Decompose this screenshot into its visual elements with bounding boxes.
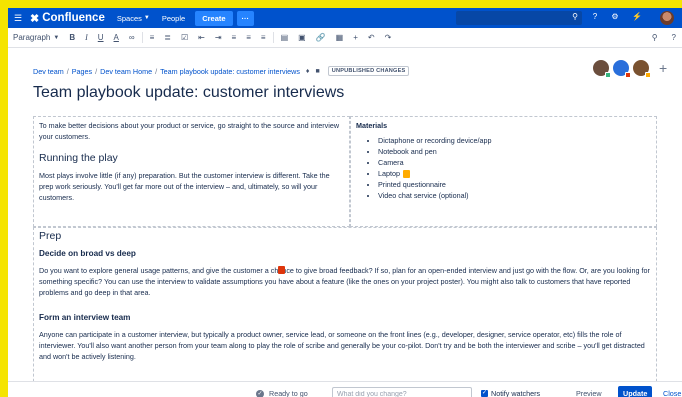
collaborator-cursor-icon — [278, 266, 285, 274]
align-center-icon[interactable]: ≡ — [241, 33, 256, 42]
breadcrumb-item[interactable]: Dev team — [33, 67, 64, 76]
user-avatar[interactable] — [660, 11, 674, 25]
confluence-logo[interactable]: ✖ Confluence — [30, 12, 105, 25]
paragraph-style-dropdown[interactable]: Paragraph ▼ — [8, 33, 64, 42]
body-text: Most plays involve little (if any) prepa… — [39, 171, 330, 202]
page-layout-icon[interactable]: ▤ — [276, 33, 294, 42]
link-icon[interactable]: 🔗 — [311, 33, 331, 42]
chevron-down-icon: ▼ — [143, 15, 150, 21]
editor-window: ☰ ✖ Confluence Spaces ▼ People Create ··… — [8, 8, 682, 397]
more-formatting-icon[interactable]: ∞ — [124, 33, 140, 42]
help-icon[interactable]: ? — [672, 33, 676, 42]
divider — [272, 32, 274, 43]
avatar[interactable] — [633, 60, 651, 78]
page-title[interactable]: Team playbook update: customer interview… — [33, 84, 344, 102]
breadcrumb: Dev team / Pages / Dev team Home / Team … — [33, 66, 410, 76]
breadcrumb-item[interactable]: Pages — [72, 67, 92, 76]
task-list-icon[interactable]: ☑ — [176, 33, 193, 42]
materials-list: Dictaphone or recording device/app Noteb… — [356, 135, 651, 201]
intro-text: To make better decisions about your prod… — [39, 121, 340, 141]
lock-icon[interactable]: ■ — [316, 68, 320, 75]
editor-toolbar: Paragraph ▼ B I U A ∞ ≡ ≣ ☑ ⇤ ⇥ ≡ ≡ ≡ ▤ … — [8, 28, 682, 48]
find-icon[interactable]: ⚲ — [652, 33, 658, 42]
numbered-list-icon[interactable]: ≣ — [159, 33, 176, 42]
list-item: Video chat service (optional) — [378, 190, 651, 201]
body-text: Anyone can participate in a customer int… — [39, 330, 645, 361]
italic-button[interactable]: I — [80, 33, 93, 42]
publish-bar: ✓ Ready to go ✓ Notify watchers Preview … — [8, 381, 682, 397]
search-icon: ⚲ — [572, 12, 578, 21]
text-color-button[interactable]: A — [109, 33, 124, 42]
gear-icon[interactable]: ⚙ — [610, 12, 620, 22]
help-icon[interactable]: ? — [590, 12, 600, 22]
add-collaborator-icon[interactable]: + — [659, 60, 667, 76]
image-icon[interactable]: ▣ — [293, 33, 311, 42]
confluence-logo-icon: ✖ — [30, 12, 40, 25]
list-item: Laptop — [378, 168, 651, 179]
layout-cell-left[interactable]: To make better decisions about your prod… — [33, 116, 350, 227]
subheading: Form an interview team — [39, 313, 131, 322]
collaborators: + — [593, 60, 667, 78]
nav-spaces[interactable]: Spaces ▼ — [117, 14, 150, 23]
bold-button[interactable]: B — [64, 33, 80, 42]
checkbox-checked-icon: ✓ — [481, 390, 488, 397]
menu-icon[interactable]: ☰ — [10, 13, 26, 24]
top-nav: ☰ ✖ Confluence Spaces ▼ People Create ··… — [8, 8, 682, 28]
list-item: Printed questionnaire — [378, 179, 651, 190]
section-heading: Running the play — [39, 152, 118, 164]
align-left-icon[interactable]: ≡ — [227, 33, 242, 42]
align-right-icon[interactable]: ≡ — [256, 33, 271, 42]
divider — [141, 32, 143, 43]
underline-button[interactable]: U — [93, 33, 109, 42]
subheading: Decide on broad vs deep — [39, 249, 136, 258]
more-button[interactable]: ··· — [236, 10, 255, 26]
list-item: Dictaphone or recording device/app — [378, 135, 651, 146]
undo-icon[interactable]: ↶ — [363, 33, 380, 42]
breadcrumb-item[interactable]: Dev team Home — [100, 67, 152, 76]
nav-people[interactable]: People — [162, 14, 185, 23]
ready-status: ✓ Ready to go — [256, 389, 308, 397]
search-input[interactable]: ⚲ — [456, 11, 582, 25]
avatar[interactable] — [613, 60, 631, 78]
bullet-list-icon[interactable]: ≡ — [145, 33, 160, 42]
materials-heading: Materials — [356, 121, 388, 130]
notify-watchers-checkbox[interactable]: ✓ Notify watchers — [481, 389, 540, 397]
redo-icon[interactable]: ↷ — [380, 33, 397, 42]
create-button[interactable]: Create — [195, 10, 233, 26]
close-button[interactable]: Close — [663, 389, 681, 397]
update-button[interactable]: Update — [618, 386, 653, 397]
chevron-down-icon: ▼ — [53, 34, 60, 41]
section-heading: Prep — [39, 230, 62, 242]
layout-cell-right[interactable]: Materials Dictaphone or recording device… — [350, 116, 657, 227]
insert-more-icon[interactable]: + — [348, 33, 363, 42]
layout-cell-bottom[interactable]: Prep Decide on broad vs deep Do you want… — [33, 227, 657, 397]
table-icon[interactable]: ▦ — [331, 33, 349, 42]
list-item: Camera — [378, 157, 651, 168]
change-comment-input[interactable] — [332, 387, 472, 397]
body-text: Do you want to explore general usage pat… — [39, 266, 650, 297]
check-icon: ✓ — [256, 389, 264, 397]
list-item: Notebook and pen — [378, 146, 651, 157]
indent-icon[interactable]: ⇥ — [210, 33, 227, 42]
preview-button[interactable]: Preview — [576, 389, 602, 397]
notifications-icon[interactable]: ⚡ — [632, 12, 642, 22]
breadcrumb-item[interactable]: Team playbook update: customer interview… — [160, 67, 300, 76]
outdent-icon[interactable]: ⇤ — [193, 33, 210, 42]
label-icon[interactable]: ♦ — [306, 68, 310, 75]
status-badge[interactable]: UNPUBLISHED CHANGES — [327, 66, 410, 76]
avatar[interactable] — [593, 60, 611, 78]
collaborator-cursor-icon — [403, 170, 410, 178]
